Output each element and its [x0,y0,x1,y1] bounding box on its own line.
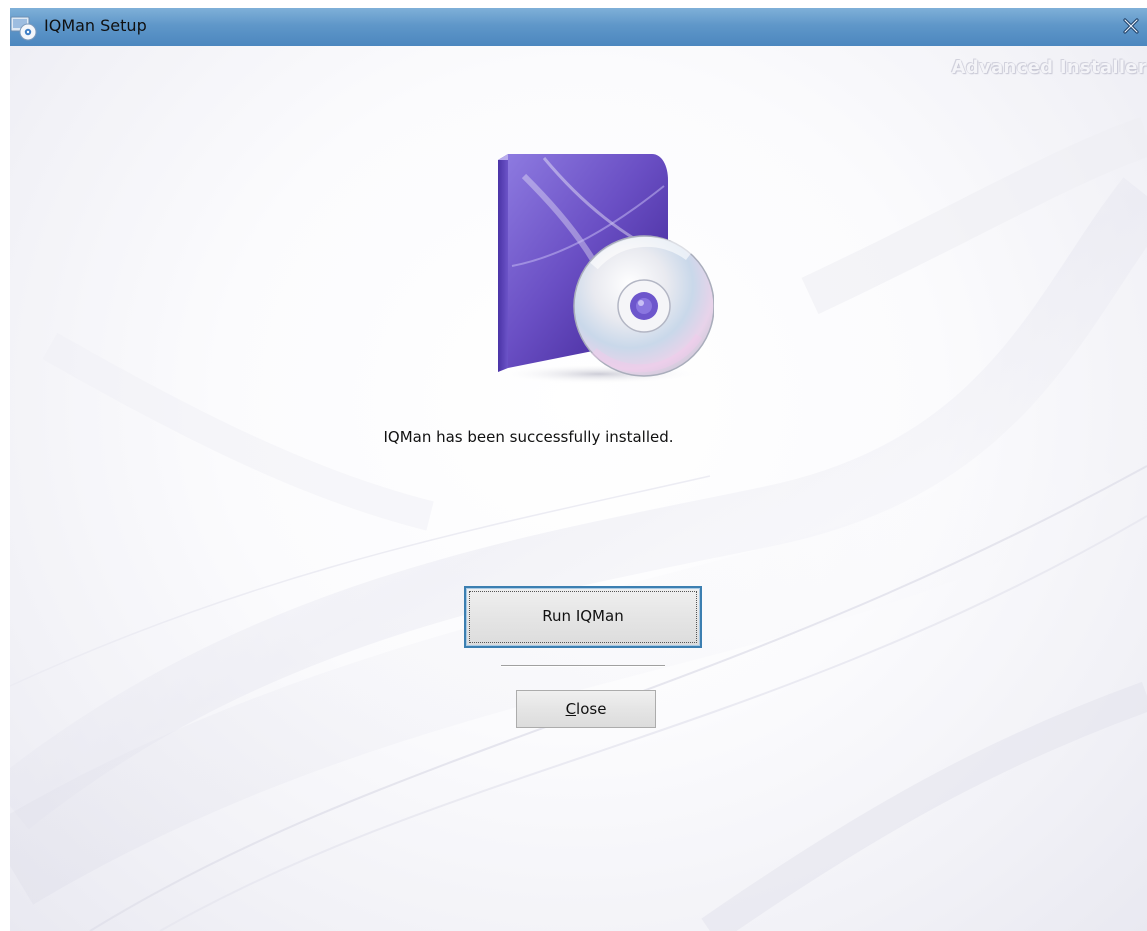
close-button-mnemonic: C [565,700,577,718]
installer-window: IQMan Setup Advanced Installer IQMan has… [0,0,1147,931]
window-title: IQMan Setup [44,16,147,35]
install-success-message: IQMan has been successfully installed. [383,428,674,446]
software-box-with-cd-icon [498,154,714,384]
advanced-installer-branding: Advanced Installer [951,57,1147,78]
setup-installer-icon [10,16,37,41]
run-app-button[interactable]: Run IQMan [464,586,702,648]
focus-ring [469,591,697,643]
dialog-body: Advanced Installer IQMan has been succes… [10,46,1147,931]
title-bar[interactable]: IQMan Setup [10,8,1147,46]
separator [501,665,665,667]
close-icon[interactable] [1119,14,1143,38]
close-button[interactable]: Close [516,690,656,728]
close-button-label: lose [576,700,607,718]
